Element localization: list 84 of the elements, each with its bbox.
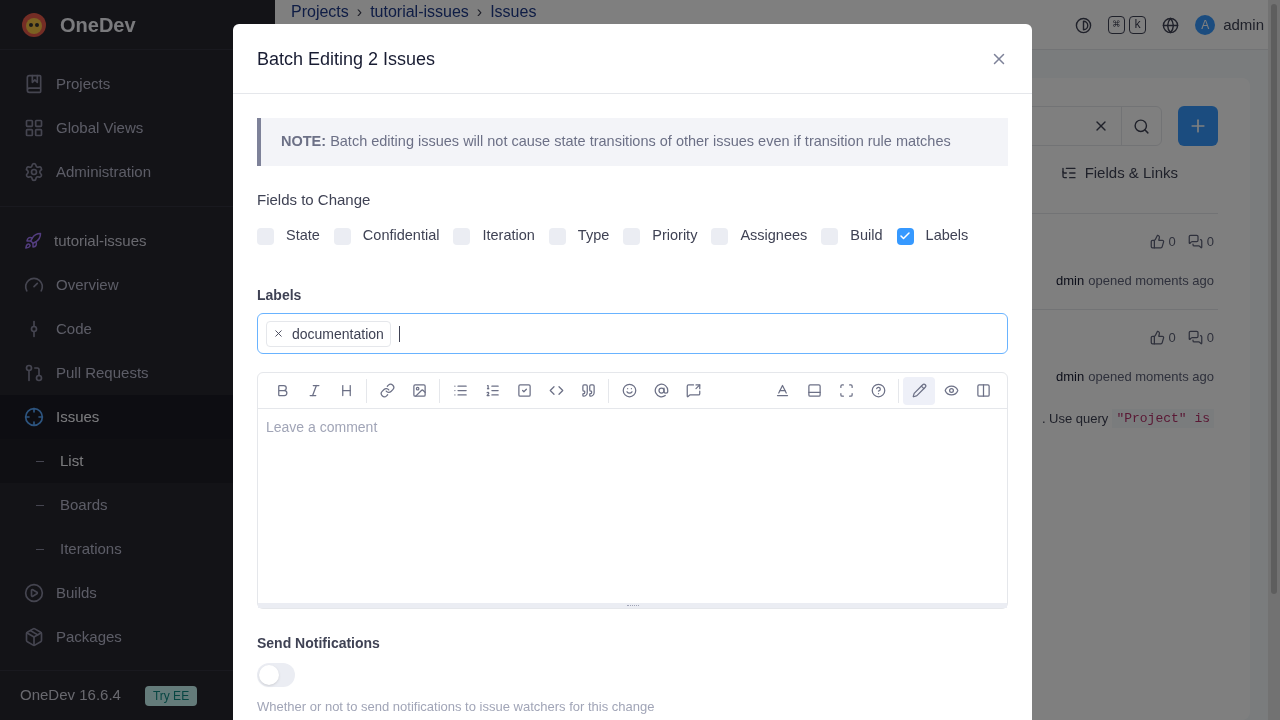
resize-handle[interactable] [258, 603, 1007, 608]
checkbox-label: Type [577, 226, 610, 246]
theme-icon[interactable] [1074, 16, 1092, 34]
shortcut-key: k [1128, 16, 1147, 35]
pencil-icon [911, 383, 927, 398]
comment-editor[interactable]: Leave a comment [257, 372, 1008, 609]
checkbox-label: Assignees [740, 226, 808, 246]
grid-icon [24, 118, 44, 138]
add-button[interactable] [1178, 106, 1218, 146]
numbered-list-icon [484, 383, 500, 398]
panel-bottom-icon [806, 383, 822, 398]
checkbox-label: Confidential [362, 226, 440, 246]
comments-icon[interactable] [1187, 233, 1203, 249]
shortcut-key: ⌘ [1107, 16, 1125, 35]
user-name[interactable]: admin [1223, 14, 1264, 37]
comment-count: 0 [1206, 232, 1214, 251]
checkbox-label: Priority [652, 226, 698, 246]
breadcrumb-separator: › [356, 2, 363, 22]
checkbox-icon [516, 383, 532, 398]
checkbox-label: Iteration [482, 226, 535, 246]
pencil-mode-button[interactable] [903, 376, 935, 405]
link-icon [379, 383, 395, 398]
app-name: OneDev [60, 12, 136, 38]
remove-icon[interactable] [273, 328, 284, 339]
breadcrumb-link[interactable]: Issues [490, 2, 537, 22]
label-chip: documentation [266, 320, 391, 347]
at-sign-icon [653, 383, 669, 398]
comment-count: 0 [1206, 328, 1214, 347]
query-code: "Project" is [1112, 408, 1214, 428]
italic-icon [306, 383, 322, 398]
dialog-title: Batch Editing 2 Issues [257, 47, 436, 71]
field-label: Send Notifications [257, 634, 381, 653]
text-cursor [398, 325, 400, 342]
search-icon [1133, 117, 1150, 135]
rocket-icon [24, 232, 42, 250]
breadcrumb-link[interactable]: Projects [291, 2, 349, 22]
issue-meta: opened moments ago [1088, 368, 1214, 386]
project-name[interactable]: tutorial-issues [54, 229, 147, 253]
text-baseline-icon [774, 383, 790, 398]
author-link[interactable]: dmin [1056, 367, 1085, 387]
checkbox[interactable] [896, 227, 914, 245]
play-icon [24, 583, 44, 603]
pull-request-icon [24, 363, 44, 383]
eye-icon [943, 383, 959, 398]
split-view-icon [975, 383, 991, 398]
breadcrumb-link[interactable]: tutorial-issues [370, 2, 469, 22]
version-text: OneDev 16.6.4 [20, 685, 121, 706]
fullscreen-icon [838, 383, 854, 398]
comments-icon[interactable] [1187, 329, 1203, 345]
author-link[interactable]: dmin [1056, 271, 1085, 291]
settings-icon [24, 162, 44, 182]
try-ee-badge[interactable]: Try EE [144, 685, 198, 706]
book-icon [24, 74, 44, 94]
labels-field[interactable]: documentation [257, 313, 1008, 354]
target-icon [24, 407, 44, 427]
sidebar-item[interactable]: Global Views [0, 106, 275, 150]
hint-text: . Use query [1041, 409, 1109, 428]
help-text: Whether or not to send notifications to issue watchers for this change [257, 698, 656, 716]
comment-share-icon [685, 383, 701, 398]
like-count: 0 [1168, 232, 1176, 251]
checkbox-label: Labels [925, 226, 969, 246]
quote-icon [580, 383, 596, 398]
note-text: NOTE: Batch editing issues will not cause state transitions of other issues even if transition rule matches [281, 133, 951, 149]
help-icon [870, 383, 886, 398]
code-icon [548, 383, 564, 398]
field-label: Labels [257, 286, 303, 305]
image-icon [411, 383, 427, 398]
like-count: 0 [1168, 328, 1176, 347]
checkbox-label: Build [850, 226, 883, 246]
gauge-icon [24, 275, 44, 295]
breadcrumb-separator: › [476, 2, 483, 22]
user-avatar[interactable]: A [1195, 15, 1216, 36]
thumbs-up-icon[interactable] [1149, 233, 1165, 249]
smiley-icon [621, 383, 637, 398]
logo-icon [20, 10, 48, 39]
scrollbar[interactable] [1268, 0, 1280, 720]
issue-meta: opened moments ago [1088, 272, 1214, 290]
package-icon [24, 627, 44, 647]
globe-icon[interactable] [1162, 16, 1180, 34]
bullet-list-icon [452, 383, 468, 398]
notification-toggle[interactable] [257, 663, 295, 687]
fields-links-link[interactable]: Fields & Links [1084, 162, 1178, 185]
checkbox-label: State [286, 226, 320, 246]
thumbs-up-icon[interactable] [1149, 329, 1165, 345]
